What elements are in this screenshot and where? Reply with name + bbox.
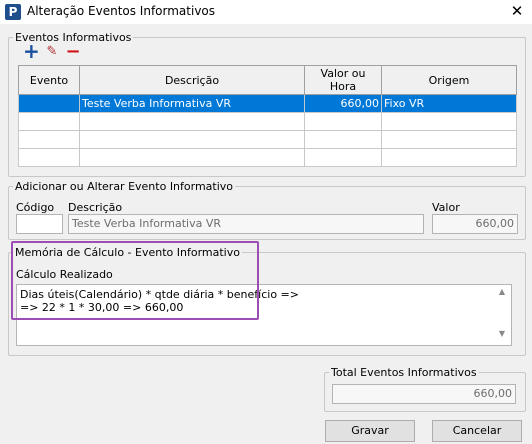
cell-descricao: Teste Verba Informativa VR bbox=[79, 94, 305, 113]
col-descricao[interactable]: Descrição bbox=[79, 65, 305, 95]
cell-origem: Fixo VR bbox=[381, 94, 517, 113]
descricao-label: Descrição bbox=[68, 201, 123, 214]
col-origem[interactable]: Origem bbox=[381, 65, 517, 95]
table-row[interactable] bbox=[18, 112, 517, 131]
cell-valor: 660,00 bbox=[304, 94, 382, 113]
adicionar-alterar-legend: Adicionar ou Alterar Evento Informativo bbox=[15, 180, 234, 193]
annotation-highlight bbox=[11, 241, 259, 320]
table-row[interactable]: Teste Verba Informativa VR 660,00 Fixo V… bbox=[18, 94, 517, 113]
total-legend: Total Eventos Informativos bbox=[331, 366, 477, 379]
save-button[interactable]: Gravar bbox=[325, 420, 415, 442]
window-title: Alteração Eventos Informativos bbox=[27, 4, 216, 18]
codigo-field[interactable] bbox=[16, 214, 63, 234]
remove-icon[interactable]: − bbox=[65, 43, 81, 61]
col-valor[interactable]: Valor ou Hora bbox=[304, 65, 382, 95]
cancel-label: Cancelar bbox=[452, 424, 502, 437]
table-row[interactable] bbox=[18, 130, 517, 149]
valor-label: Valor bbox=[432, 201, 460, 214]
title-bar: P Alteração Eventos Informativos ✕ bbox=[0, 0, 532, 24]
col-evento[interactable]: Evento bbox=[18, 65, 80, 95]
edit-icon[interactable]: ✎ bbox=[44, 44, 60, 60]
add-icon[interactable]: + bbox=[23, 41, 40, 61]
save-label: Gravar bbox=[351, 424, 389, 437]
table-header: Evento Descrição Valor ou Hora Origem bbox=[18, 65, 517, 95]
codigo-label: Código bbox=[16, 201, 55, 214]
close-icon[interactable]: ✕ bbox=[502, 0, 532, 24]
descricao-field[interactable]: Teste Verba Informativa VR bbox=[68, 214, 424, 234]
scroll-up-icon[interactable]: ▲ bbox=[495, 287, 509, 301]
table-row[interactable] bbox=[18, 148, 517, 167]
total-field[interactable]: 660,00 bbox=[332, 384, 516, 404]
eventos-table: Evento Descrição Valor ou Hora Origem Te… bbox=[18, 65, 517, 167]
scroll-down-icon[interactable]: ▼ bbox=[495, 329, 509, 343]
valor-field[interactable]: 660,00 bbox=[432, 214, 518, 234]
app-icon: P bbox=[5, 4, 21, 20]
cancel-button[interactable]: Cancelar bbox=[432, 420, 522, 442]
cell-evento bbox=[18, 94, 80, 113]
